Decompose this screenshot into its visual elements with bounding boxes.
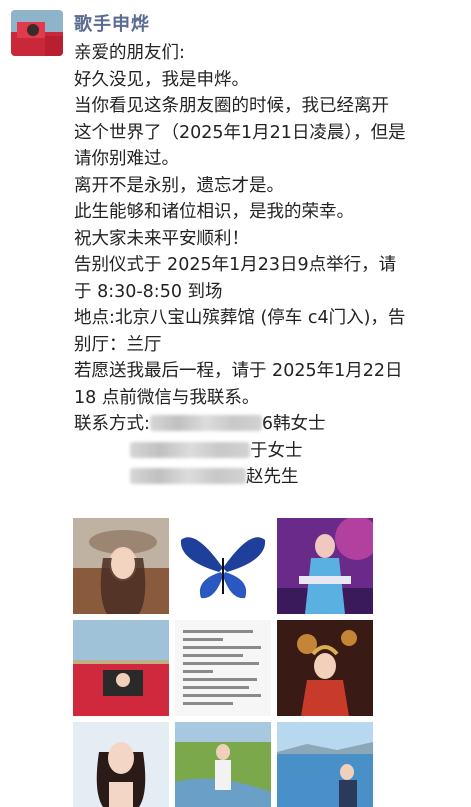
contact-name: 6韩女士: [261, 414, 326, 434]
grid-image[interactable]: [175, 518, 271, 614]
post-line: 18 点前微信与我联系。: [74, 387, 260, 408]
post-line: 当你看见这条朋友圈的时候，我已经离开: [74, 96, 389, 116]
contact-label: 联系方式:: [74, 414, 150, 434]
post-line: 若愿送我最后一程，请于 2025年1月22日: [74, 361, 403, 381]
grid-image[interactable]: [277, 518, 373, 614]
contact-line-2: 于女士: [74, 438, 464, 465]
grid-image[interactable]: [277, 620, 373, 716]
post-line: 好久没见，我是申烨。: [74, 69, 249, 90]
stage-performance-photo-icon: [277, 518, 373, 614]
grid-image[interactable]: [73, 620, 169, 716]
grid-image[interactable]: [73, 722, 169, 807]
post-line: 地点:北京八宝山殡葬馆 (停车 c4门入)，告: [74, 308, 406, 328]
blurred-phone-number: [130, 441, 250, 458]
contact-name: 赵先生: [246, 467, 299, 487]
red-car-photo-icon: [73, 620, 169, 716]
contact-line-3: 赵先生: [74, 464, 464, 491]
post-line: 请你别难过。: [74, 149, 179, 169]
post-line: 此生能够和诸位相识，是我的荣幸。: [74, 202, 354, 222]
avatar[interactable]: [11, 10, 63, 56]
author-name[interactable]: 歌手申烨: [74, 10, 150, 36]
image-grid: [73, 518, 373, 807]
riverside-photo-icon: [175, 722, 271, 807]
lakeside-photo-icon: [277, 722, 373, 807]
blurred-phone-number: [149, 415, 262, 431]
post-line: 亲爱的朋友们:: [74, 43, 185, 63]
grid-image[interactable]: [277, 722, 373, 807]
post-text: 亲爱的朋友们: 好久没见，我是申烨。 当你看见这条朋友圈的时候，我已经离开 这个…: [74, 40, 464, 491]
letter-screenshot-icon: [175, 620, 271, 716]
contact-line-1: 联系方式: 6韩女士: [74, 411, 464, 438]
grid-image[interactable]: [175, 722, 271, 807]
blue-butterfly-image-icon: [175, 518, 271, 614]
post-line: 这个世界了（2025年1月21日凌晨），但是: [74, 122, 406, 143]
post-line: 祝大家未来平安顺利！: [74, 228, 249, 249]
contact-name: 于女士: [250, 440, 303, 461]
woman-in-hat-photo-icon: [73, 518, 169, 614]
post-line: 离开不是永别，遗忘才是。: [74, 175, 284, 196]
post-line: 告别仪式于 2025年1月23日9点举行，请: [74, 255, 397, 275]
avatar-car-photo-icon: [11, 10, 63, 56]
post-line: 别厅：兰厅: [74, 334, 162, 355]
grid-image[interactable]: [175, 620, 271, 716]
portrait-photo-icon: [73, 722, 169, 807]
post-line: 于 8:30-8:50 到场: [74, 281, 223, 302]
grid-image[interactable]: [73, 518, 169, 614]
costume-portrait-photo-icon: [277, 620, 373, 716]
blurred-phone-number: [130, 468, 246, 484]
